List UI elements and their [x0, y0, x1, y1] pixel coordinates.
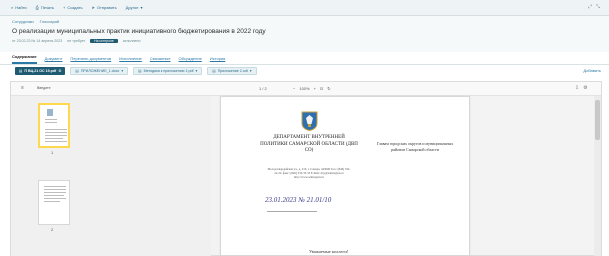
file-pdf-icon: ▤	[19, 69, 23, 73]
attachments-bar: ▤ П ВЦ.21 ОС 19.pdf ⚙ ▤ ПРИЛОЖЕНИЕ_1.docx ▾ …	[0, 65, 609, 77]
coat-of-arms-icon	[301, 111, 318, 131]
attachment-item[interactable]: ▤ ПРИЛОЖЕНИЕ_1.docx ▾	[70, 67, 129, 75]
document-header: Сотрудники Глоссарий О реализации муници…	[0, 16, 609, 52]
sidebar-toggle-icon[interactable]: ≡	[21, 85, 24, 91]
thumb-line	[45, 122, 57, 123]
expand-icon[interactable]: ⤢	[588, 4, 592, 10]
page-indicator[interactable]: 1 / 2	[259, 86, 267, 91]
toolbar-more[interactable]: Другое ▾	[126, 5, 143, 10]
tab-history[interactable]: История	[210, 56, 226, 64]
toolbar-find[interactable]: ⌕ Найти	[11, 5, 27, 10]
document-meta: от 23.02.23 № 14 апреля 2023 не требует …	[12, 39, 141, 43]
attachment-item[interactable]: ▤ Приложение 2.odt ▾	[207, 67, 257, 75]
tab-execution[interactable]: Исполнение	[119, 56, 142, 64]
file-icon: ▤	[212, 69, 216, 73]
meta-note: не требует	[67, 39, 86, 43]
breadcrumb-item[interactable]: Сотрудники	[12, 19, 34, 24]
thumb-line	[45, 141, 67, 142]
thumb-line	[44, 186, 66, 187]
viewer-actions: ⇩ ⚙	[575, 85, 588, 91]
attachment-active[interactable]: ▤ П ВЦ.21 ОС 19.pdf ⚙	[15, 67, 66, 75]
thumb-emblem	[47, 109, 53, 116]
scrollbar-thumb[interactable]	[595, 100, 600, 140]
breadcrumb: Сотрудники Глоссарий	[12, 19, 59, 24]
department-name: ДЕПАРТАМЕНТ ВНУТРЕННЕЙ ПОЛИТИКИ САМАРСКО…	[260, 135, 358, 153]
letter-greeting: Уважаемые коллеги!	[309, 249, 349, 254]
rotate-icon[interactable]: ↻	[327, 86, 330, 91]
thumbnail-panel: 1 2	[11, 96, 211, 256]
signature-line	[267, 211, 317, 212]
chevron-down-icon: ▾	[195, 69, 198, 73]
tab-discussion[interactable]: Обсуждение	[179, 56, 202, 64]
zoom-in-icon[interactable]: +	[314, 86, 316, 91]
search-icon: ⌕	[11, 5, 14, 10]
tab-related[interactable]: Связанные	[150, 56, 171, 64]
file-icon: ▤	[138, 69, 142, 73]
print-icon: ⎙	[35, 5, 39, 10]
thumb-line	[45, 138, 63, 139]
viewer-toolbar: ≡ Введите 1 / 2 − 100% + ⊡ ↻ ⇩ ⚙	[11, 82, 601, 96]
thumb-line	[45, 119, 57, 120]
thumb-line	[45, 132, 67, 133]
thumb-line	[45, 129, 67, 130]
page-thumbnail[interactable]	[38, 180, 70, 225]
thumb-line	[45, 135, 67, 136]
recipient-block: Главам городских округов и муниципальных…	[376, 141, 454, 152]
meta-extra: исполнено	[122, 39, 141, 43]
toolbar-create[interactable]: + Создать	[63, 5, 83, 10]
send-icon: ➤	[91, 5, 95, 10]
tab-content[interactable]: Содержание	[12, 54, 37, 64]
thumbnail-page-number: 1	[51, 150, 54, 155]
page-title: О реализации муниципальных практик иници…	[12, 28, 266, 35]
page-thumbnail[interactable]	[38, 103, 70, 148]
gear-icon: ⚙	[58, 69, 62, 73]
plus-icon: +	[62, 5, 66, 10]
handwritten-registration: 23.01.2023 № 21.01/10	[265, 196, 332, 204]
thumbnail-page-number: 2	[51, 227, 54, 232]
toolbar-print[interactable]: ⎙ Печать	[36, 5, 54, 10]
tab-document[interactable]: Документ	[45, 56, 63, 64]
zoom-controls: − 100% + ⊡ ↻	[293, 86, 331, 91]
zoom-level[interactable]: 100%	[299, 86, 309, 91]
document-number: от 23.02.23 № 14 апреля 2023	[12, 39, 63, 43]
thumb-line	[44, 201, 60, 202]
toolbar-send[interactable]: ➤ Отправить	[92, 5, 117, 10]
thumb-line	[44, 189, 66, 190]
attachment-item[interactable]: ▤ Методика к приложению 1.pdf ▾	[133, 67, 203, 75]
chevron-down-icon: ▾	[140, 5, 143, 10]
pdf-viewer: ≡ Введите 1 / 2 − 100% + ⊡ ↻ ⇩ ⚙ 1 2 ДЕП…	[10, 81, 602, 256]
top-toolbar: ⌕ Найти ⎙ Печать + Создать ➤ Отправить Друго…	[0, 0, 609, 16]
status-badge: На контроле	[90, 39, 118, 43]
document-page: ДЕПАРТАМЕНТ ВНУТРЕННЕЙ ПОЛИТИКИ САМАРСКО…	[220, 96, 470, 256]
file-icon: ▤	[75, 69, 79, 73]
tab-documents-list[interactable]: Перечень документов	[70, 56, 111, 64]
download-icon[interactable]: ⇩	[575, 85, 579, 91]
thumb-line	[44, 198, 66, 199]
add-attachment-link[interactable]: Добавить	[583, 68, 601, 73]
zoom-out-icon[interactable]: −	[293, 86, 295, 91]
window-controls: ⤢ ⤡	[588, 4, 600, 10]
collapse-icon[interactable]: ⤡	[596, 4, 600, 10]
viewer-search[interactable]: Введите	[37, 86, 51, 90]
chevron-down-icon: ▾	[121, 69, 124, 73]
thumb-line	[44, 192, 66, 193]
department-address: Молодогвардейская ул., д. 210, г. Самара…	[267, 167, 351, 179]
settings-icon[interactable]: ⚙	[583, 85, 587, 91]
viewer-scrollbar[interactable]	[594, 96, 601, 256]
tab-bar: Содержание Документ Перечень документов …	[0, 52, 609, 65]
thumb-line	[44, 195, 64, 196]
fit-page-icon[interactable]: ⊡	[320, 86, 323, 91]
chevron-down-icon: ▾	[249, 69, 252, 73]
breadcrumb-item[interactable]: Глоссарий	[40, 19, 59, 24]
